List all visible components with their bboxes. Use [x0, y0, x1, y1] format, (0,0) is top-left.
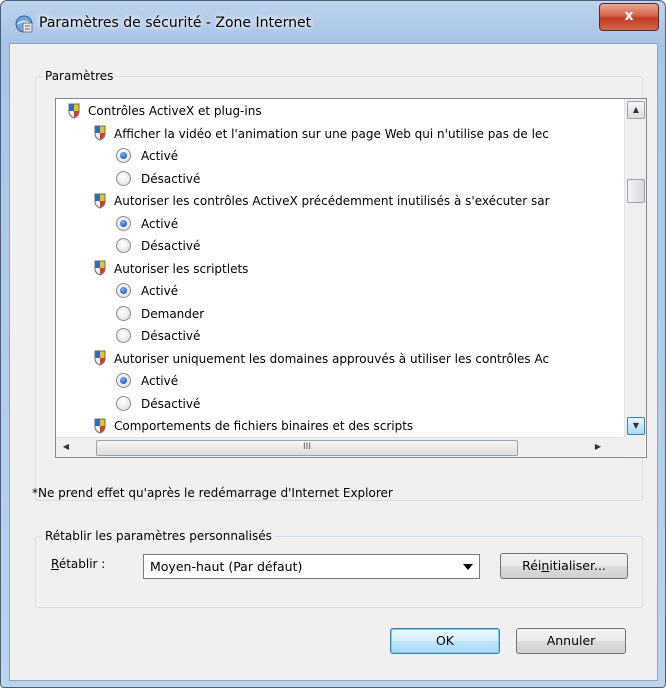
radio-unselected[interactable]	[116, 328, 131, 343]
settings-row-label: Activé	[141, 149, 179, 163]
settings-listbox[interactable]: Contrôles ActiveX et plug-ins Afficher la…	[55, 98, 647, 458]
radio-unselected[interactable]	[116, 238, 131, 253]
security-settings-dialog: Paramètres de sécurité - Zone Internet x…	[0, 0, 666, 688]
radio-selected[interactable]	[116, 373, 131, 388]
settings-option[interactable]: Désactivé	[116, 235, 200, 257]
vertical-scrollbar[interactable]: ▲ ▼	[624, 99, 646, 437]
settings-list: Contrôles ActiveX et plug-ins Afficher la…	[56, 99, 624, 437]
radio-unselected[interactable]	[116, 305, 131, 321]
security-shield-icon	[92, 350, 108, 366]
settings-option[interactable]: Désactivé	[116, 325, 200, 347]
settings-item: Comportements de fichiers binaires et de…	[92, 415, 413, 437]
reset-level-value: Moyen-haut (Par défaut)	[150, 559, 303, 574]
settings-item: Afficher la vidéo et l'animation sur une…	[92, 123, 549, 145]
settings-row-label: Autoriser les scriptlets	[114, 261, 249, 276]
settings-row-label: Afficher la vidéo et l'animation sur une…	[114, 126, 549, 141]
settings-row-label: Activé	[141, 374, 179, 388]
restart-note: *Ne prend effet qu'après le redémarrage …	[32, 486, 393, 500]
cancel-button[interactable]: Annuler	[516, 628, 626, 654]
settings-option[interactable]: Demander	[116, 303, 204, 325]
dropdown-arrow-icon	[463, 564, 473, 570]
security-settings-icon	[15, 15, 33, 33]
settings-item: Autoriser les contrôles ActiveX précédem…	[92, 190, 550, 212]
scroll-down-button[interactable]: ▼	[627, 417, 645, 435]
security-shield-icon	[66, 103, 82, 119]
settings-row-label: Autoriser les contrôles ActiveX précédem…	[114, 194, 550, 208]
radio-unselected[interactable]	[116, 170, 131, 186]
settings-row-label: Désactivé	[141, 239, 201, 253]
security-shield-icon	[92, 193, 108, 209]
reinitialize-button[interactable]: Réinitialiser...	[500, 553, 628, 579]
scroll-left-button[interactable]: ◀	[59, 439, 73, 454]
settings-item: Autoriser les scriptlets	[92, 258, 248, 280]
security-shield-icon	[92, 260, 108, 276]
settings-option[interactable]: Activé	[116, 280, 178, 302]
settings-option[interactable]: Désactivé	[116, 168, 200, 190]
horizontal-scrollbar[interactable]: ◀ III ▶	[56, 437, 624, 457]
reset-label-accesskey: R	[51, 557, 59, 571]
scrollbar-corner	[624, 437, 645, 456]
settings-item: Autoriser uniquement les domaines approu…	[92, 348, 549, 370]
security-shield-icon	[92, 418, 108, 434]
ok-button[interactable]: OK	[390, 628, 500, 654]
settings-row-label: Désactivé	[141, 171, 201, 186]
reset-label: Rétablir :	[51, 557, 105, 571]
vertical-scroll-thumb[interactable]	[627, 179, 645, 203]
reset-group-label: Rétablir les paramètres personnalisés	[42, 529, 275, 543]
radio-unselected[interactable]	[116, 395, 131, 411]
radio-selected[interactable]	[116, 215, 131, 231]
settings-row-label: Désactivé	[141, 396, 201, 411]
radio-selected[interactable]	[116, 148, 131, 163]
scroll-right-button[interactable]: ▶	[591, 439, 605, 454]
settings-option[interactable]: Activé	[116, 145, 178, 167]
settings-option[interactable]: Activé	[116, 213, 178, 235]
window-title: Paramètres de sécurité - Zone Internet	[39, 15, 312, 31]
settings-row-label: Désactivé	[141, 329, 201, 343]
settings-category: Contrôles ActiveX et plug-ins	[66, 100, 262, 122]
settings-option[interactable]: Désactivé	[116, 393, 200, 415]
security-shield-icon	[92, 125, 108, 141]
reset-level-select[interactable]: Moyen-haut (Par défaut)	[143, 554, 480, 579]
settings-row-label: Comportements de fichiers binaires et de…	[114, 419, 414, 433]
settings-row-label: Autoriser uniquement les domaines approu…	[114, 351, 550, 366]
settings-option[interactable]: Activé	[116, 370, 178, 392]
reinitialize-accesskey: n	[541, 558, 550, 573]
horizontal-scroll-thumb[interactable]: III	[96, 440, 518, 456]
settings-group-label: Paramètres	[42, 69, 117, 83]
radio-selected[interactable]	[116, 283, 131, 298]
title-bar[interactable]: Paramètres de sécurité - Zone Internet x	[1, 1, 665, 41]
settings-row-label: Activé	[141, 284, 179, 298]
settings-row-label: Activé	[141, 216, 179, 231]
close-button[interactable]: x	[599, 3, 659, 31]
scroll-up-button[interactable]: ▲	[627, 101, 645, 119]
settings-row-label: Contrôles ActiveX et plug-ins	[88, 104, 262, 118]
reinitialize-label: Réinitialiser...	[522, 558, 606, 573]
reset-label-rest: établir :	[58, 557, 106, 571]
dialog-client-area: Paramètres Contrôles ActiveX et plug-ins…	[9, 43, 658, 681]
settings-row-label: Demander	[141, 306, 205, 321]
